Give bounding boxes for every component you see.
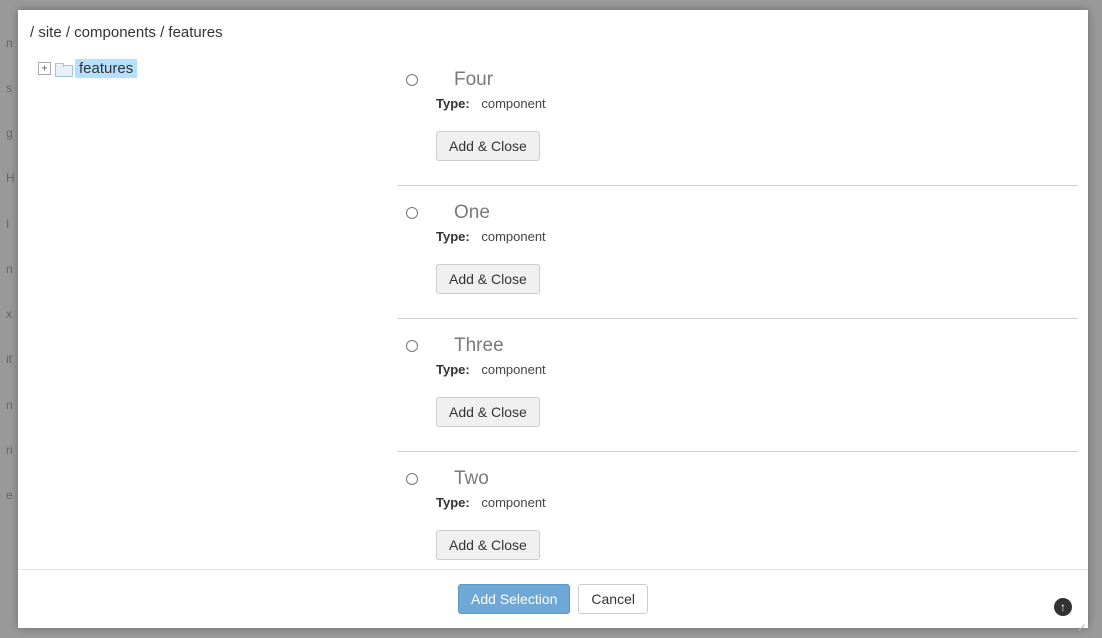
dialog-footer: Add Selection Cancel ↑ [18, 569, 1088, 628]
item-title: Four [454, 69, 1078, 91]
breadcrumb: / site / components / features [18, 10, 1088, 53]
tree-sidebar: + features [18, 53, 398, 569]
dialog-content: + features Four Type: component Add & Cl… [18, 53, 1088, 569]
type-value: component [481, 495, 545, 510]
expand-icon[interactable]: + [38, 62, 51, 75]
add-close-button[interactable]: Add & Close [436, 530, 540, 560]
select-radio[interactable] [406, 340, 418, 352]
item-title: Two [454, 468, 1078, 490]
item-title: Three [454, 335, 1078, 357]
type-label: Type: [436, 96, 470, 111]
info-icon[interactable]: ↑ [1054, 598, 1072, 616]
select-radio[interactable] [406, 74, 418, 86]
resize-grip-icon[interactable] [1074, 614, 1086, 626]
tree-item-label: features [75, 59, 137, 78]
add-selection-button[interactable]: Add Selection [458, 584, 570, 614]
type-label: Type: [436, 362, 470, 377]
cancel-button[interactable]: Cancel [578, 584, 648, 614]
select-radio[interactable] [406, 473, 418, 485]
tree-item-features[interactable]: + features [38, 59, 378, 78]
type-value: component [481, 362, 545, 377]
select-radio[interactable] [406, 207, 418, 219]
item-title: One [454, 202, 1078, 224]
list-item: Two Type: component Add & Close [398, 452, 1078, 569]
list-item: Four Type: component Add & Close [398, 53, 1078, 186]
component-picker-dialog: / site / components / features + feature… [18, 10, 1088, 628]
folder-icon [55, 63, 71, 75]
add-close-button[interactable]: Add & Close [436, 264, 540, 294]
add-close-button[interactable]: Add & Close [436, 131, 540, 161]
type-label: Type: [436, 229, 470, 244]
add-close-button[interactable]: Add & Close [436, 397, 540, 427]
type-value: component [481, 96, 545, 111]
results-list[interactable]: Four Type: component Add & Close One Typ… [398, 53, 1088, 569]
type-value: component [481, 229, 545, 244]
background-obscured-text: nsgHIn xitnrie [0, 0, 18, 638]
list-item: Three Type: component Add & Close [398, 319, 1078, 452]
list-item: One Type: component Add & Close [398, 186, 1078, 319]
type-label: Type: [436, 495, 470, 510]
